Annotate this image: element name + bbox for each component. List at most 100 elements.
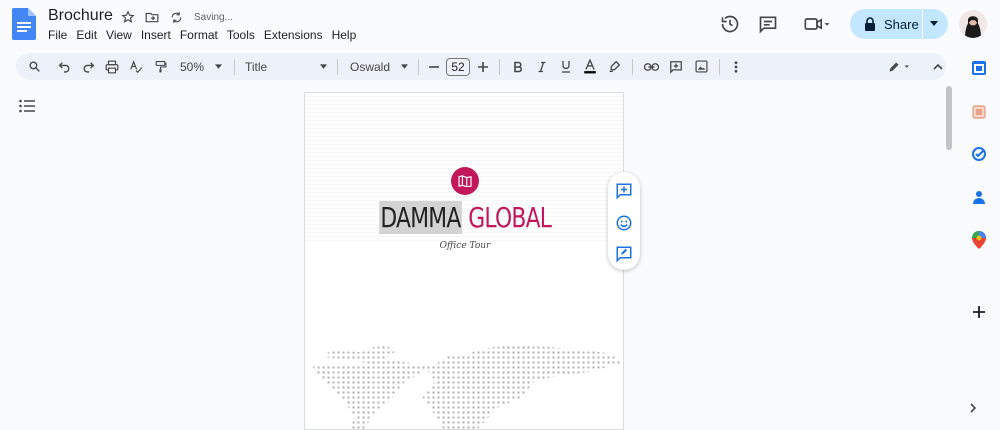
title-actions: Saving... [120,9,233,25]
highlight-icon [609,60,620,73]
side-panel-rail [962,55,1000,430]
star-icon[interactable] [120,9,136,25]
contacts-icon[interactable] [970,188,988,206]
more-options-button[interactable] [726,53,746,80]
chevron-down-icon [320,64,327,69]
menu-format[interactable]: Format [180,28,223,42]
more-icon [734,60,738,73]
calendar-icon[interactable] [970,59,988,77]
insert-link-button[interactable] [639,53,663,80]
meet-icon [804,18,830,30]
menu-file[interactable]: File [48,28,72,42]
toolbar-divider [337,58,338,75]
map-icon [458,175,472,187]
outline-icon [19,99,35,113]
emoji-icon[interactable] [615,214,633,232]
maps-icon[interactable] [970,231,988,249]
menu-extensions[interactable]: Extensions [264,28,328,42]
page-heading[interactable]: DAMMA GLOBAL [340,201,590,234]
print-icon [105,60,119,73]
menu-help[interactable]: Help [332,28,362,42]
link-icon [643,62,659,71]
undo-icon [58,62,69,73]
toolbar-divider [719,58,720,75]
text-color-icon [584,59,596,74]
tasks-icon[interactable] [970,145,988,163]
zoom-select[interactable]: 50% [172,53,228,80]
decrease-font-size-button[interactable] [425,53,443,80]
toolbar-divider [499,58,500,75]
bold-button[interactable] [506,53,530,80]
document-page[interactable]: DAMMA GLOBAL Office Tour [304,92,624,430]
suggest-edit-icon[interactable] [615,245,633,263]
share-button[interactable]: Share [850,9,948,39]
underline-button[interactable] [554,53,578,80]
redo-button[interactable] [76,53,100,80]
italic-icon [538,61,546,72]
add-comment-icon[interactable] [615,182,633,200]
chevron-down-icon[interactable] [930,21,938,27]
spellcheck-icon [130,59,143,73]
style-select[interactable]: Title [241,53,331,80]
menu-tools[interactable]: Tools [227,28,260,42]
menu-edit[interactable]: Edit [76,28,102,42]
text-color-button[interactable] [578,53,602,80]
chevron-down-icon [215,64,222,69]
menu-bar: File Edit View Insert Format Tools Exten… [48,28,365,42]
toolbar-divider [632,58,633,75]
keep-icon[interactable] [970,103,988,121]
docs-logo-icon[interactable] [12,8,36,40]
vertical-scrollbar[interactable] [946,86,952,150]
underline-icon [562,61,570,73]
version-history-button[interactable] [718,12,742,36]
increase-font-size-button[interactable] [473,53,493,80]
edit-mode-icon [889,62,909,71]
comments-button[interactable] [756,12,780,36]
lock-icon [865,17,875,31]
zoom-value: 50% [180,59,205,74]
brand-badge [451,167,479,195]
avatar[interactable] [959,10,987,38]
formatting-toolbar: 50% Title Oswald 52 [16,53,946,80]
show-side-panel-button[interactable] [970,400,977,418]
bold-icon [514,61,523,72]
comments-icon [759,16,777,34]
toolbar-divider [418,58,419,75]
page-subtitle[interactable]: Office Tour [305,241,623,251]
hide-menus-button[interactable] [918,53,958,80]
spellcheck-button[interactable] [124,53,148,80]
menu-view[interactable]: View [106,28,137,42]
print-button[interactable] [100,53,124,80]
image-icon [694,60,708,73]
toolbar-divider [234,58,235,75]
editing-mode-button[interactable] [882,53,918,80]
add-icon[interactable] [970,303,988,321]
menu-insert[interactable]: Insert [141,28,176,42]
redo-icon [83,62,94,73]
floating-action-bar [608,172,640,270]
paint-format-icon [155,60,166,72]
highlight-button[interactable] [602,53,626,80]
font-size-field[interactable]: 52 [443,53,473,80]
top-bar: Brochure Saving... File Edit View Insert… [0,0,1000,50]
insert-image-button[interactable] [689,53,713,80]
meet-button[interactable] [800,12,834,36]
world-map-graphic [311,345,621,429]
document-outline-button[interactable] [19,99,35,118]
heading-accent-word[interactable]: GLOBAL [468,201,552,234]
font-size-value[interactable]: 52 [446,57,470,76]
insert-comment-button[interactable] [663,53,689,80]
move-folder-icon[interactable] [144,9,160,25]
share-label: Share [884,16,919,32]
minus-icon [429,65,439,68]
style-value: Title [245,59,268,74]
document-title[interactable]: Brochure [48,7,113,25]
heading-selected-word[interactable]: DAMMA [378,201,463,234]
paint-format-button[interactable] [148,53,172,80]
undo-button[interactable] [52,53,76,80]
italic-button[interactable] [530,53,554,80]
search-menus-button[interactable] [16,53,52,80]
font-select[interactable]: Oswald [344,53,412,80]
sync-icon [168,9,184,25]
